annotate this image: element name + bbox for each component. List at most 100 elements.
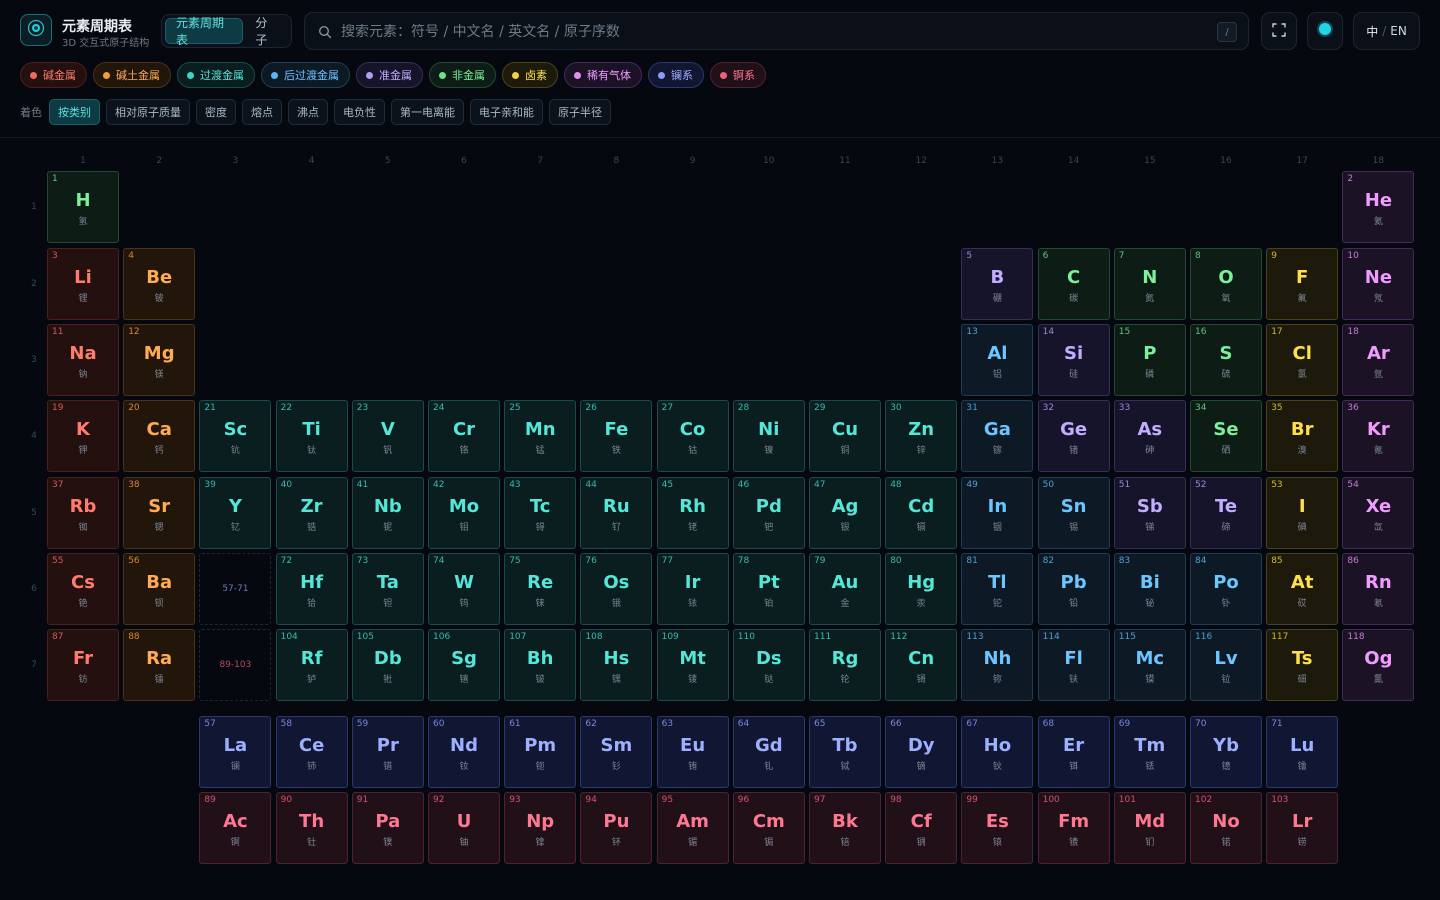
theme-toggle-button[interactable] <box>1307 12 1343 50</box>
color-by-option[interactable]: 第一电离能 <box>391 99 464 125</box>
element-tile-no[interactable]: 102 No 锘 <box>1190 792 1262 864</box>
element-tile-kr[interactable]: 36 Kr 氪 <box>1342 400 1415 472</box>
element-tile-nh[interactable]: 113 Nh 鿭 <box>961 629 1034 701</box>
element-tile-fl[interactable]: 114 Fl 𫓧 <box>1037 629 1110 701</box>
element-tile-th[interactable]: 90 Th 钍 <box>275 792 348 864</box>
element-tile-ac[interactable]: 89 Ac 锕 <box>199 792 272 864</box>
element-tile-es[interactable]: 99 Es 锿 <box>961 792 1034 864</box>
element-tile-mo[interactable]: 42 Mo 钼 <box>428 477 500 549</box>
element-tile-fm[interactable]: 100 Fm 镄 <box>1037 792 1110 864</box>
element-tile-cl[interactable]: 17 Cl 氯 <box>1266 324 1339 396</box>
element-tile-at[interactable]: 85 At 砹 <box>1266 553 1339 625</box>
element-tile-he[interactable]: 2 He 氦 <box>1342 171 1415 243</box>
fullscreen-button[interactable] <box>1261 12 1297 50</box>
color-by-option[interactable]: 电负性 <box>334 99 385 125</box>
element-tile-ge[interactable]: 32 Ge 锗 <box>1037 400 1110 472</box>
color-by-option[interactable]: 相对原子质量 <box>106 99 190 125</box>
element-tile-cn[interactable]: 112 Cn 鿔 <box>885 629 958 701</box>
element-tile-y[interactable]: 39 Y 钇 <box>199 477 272 549</box>
element-tile-rb[interactable]: 37 Rb 铷 <box>47 477 119 549</box>
element-tile-cs[interactable]: 55 Cs 铯 <box>47 553 119 625</box>
element-tile-og[interactable]: 118 Og 鿫 <box>1342 629 1415 701</box>
element-tile-se[interactable]: 34 Se 硒 <box>1190 400 1262 472</box>
element-tile-br[interactable]: 35 Br 溴 <box>1266 400 1339 472</box>
element-tile-gd[interactable]: 64 Gd 钆 <box>732 716 805 788</box>
element-tile-ru[interactable]: 44 Ru 钌 <box>580 477 653 549</box>
element-tile-yb[interactable]: 70 Yb 镱 <box>1190 716 1262 788</box>
element-tile-tc[interactable]: 43 Tc 锝 <box>504 477 577 549</box>
element-tile-al[interactable]: 13 Al 铝 <box>961 324 1034 396</box>
element-tile-bi[interactable]: 83 Bi 铋 <box>1113 553 1186 625</box>
element-tile-sc[interactable]: 21 Sc 钪 <box>199 400 272 472</box>
series-placeholder-actinide[interactable]: 89-103 <box>199 629 272 701</box>
app-logo[interactable] <box>20 14 52 46</box>
element-tile-cm[interactable]: 96 Cm 锔 <box>732 792 805 864</box>
color-by-option[interactable]: 沸点 <box>288 99 328 125</box>
legend-chip-halogen[interactable]: 卤素 <box>502 62 558 88</box>
element-tile-ds[interactable]: 110 Ds 𫟼 <box>732 629 805 701</box>
element-tile-mt[interactable]: 109 Mt 鿏 <box>656 629 729 701</box>
color-by-option[interactable]: 原子半径 <box>549 99 611 125</box>
element-tile-rf[interactable]: 104 Rf 𬬻 <box>275 629 348 701</box>
element-tile-zr[interactable]: 40 Zr 锆 <box>275 477 348 549</box>
element-tile-fe[interactable]: 26 Fe 铁 <box>580 400 653 472</box>
element-tile-ba[interactable]: 56 Ba 钡 <box>123 553 196 625</box>
element-tile-cr[interactable]: 24 Cr 铬 <box>428 400 500 472</box>
element-tile-zn[interactable]: 30 Zn 锌 <box>885 400 958 472</box>
element-tile-cd[interactable]: 48 Cd 镉 <box>885 477 958 549</box>
color-by-option[interactable]: 密度 <box>196 99 236 125</box>
legend-chip-alkali[interactable]: 碱金属 <box>20 62 87 88</box>
element-tile-i[interactable]: 53 I 碘 <box>1266 477 1339 549</box>
element-tile-b[interactable]: 5 B硼 <box>961 248 1034 320</box>
element-tile-hs[interactable]: 108 Hs 𬭶 <box>580 629 653 701</box>
element-tile-fr[interactable]: 87 Fr 钫 <box>47 629 119 701</box>
element-tile-pm[interactable]: 61 Pm 钷 <box>504 716 577 788</box>
search-input[interactable] <box>341 19 1201 45</box>
element-tile-lr[interactable]: 103 Lr 铹 <box>1266 792 1339 864</box>
element-tile-re[interactable]: 75 Re 铼 <box>504 553 577 625</box>
element-tile-s[interactable]: 16 S 硫 <box>1190 324 1262 396</box>
element-tile-pa[interactable]: 91 Pa 镤 <box>351 792 424 864</box>
element-tile-sn[interactable]: 50 Sn 锡 <box>1037 477 1110 549</box>
color-by-option[interactable]: 熔点 <box>242 99 282 125</box>
element-tile-lu[interactable]: 71 Lu 镥 <box>1266 716 1339 788</box>
legend-chip-lanthanide[interactable]: 镧系 <box>648 62 704 88</box>
element-tile-li[interactable]: 3 Li 锂 <box>47 248 119 320</box>
element-tile-au[interactable]: 79 Au 金 <box>809 553 881 625</box>
legend-chip-transition[interactable]: 过渡金属 <box>177 62 255 88</box>
element-tile-v[interactable]: 23 V 钒 <box>351 400 424 472</box>
element-tile-pu[interactable]: 94 Pu 钚 <box>580 792 653 864</box>
element-tile-hf[interactable]: 72 Hf 铪 <box>275 553 348 625</box>
language-toggle[interactable]: 中 / EN <box>1353 12 1420 50</box>
element-tile-cu[interactable]: 29 Cu 铜 <box>809 400 881 472</box>
element-tile-lv[interactable]: 116 Lv 𫟷 <box>1190 629 1262 701</box>
element-tile-n[interactable]: 7 N氮 <box>1113 248 1186 320</box>
element-tile-os[interactable]: 76 Os 锇 <box>580 553 653 625</box>
element-tile-si[interactable]: 14 Si 硅 <box>1037 324 1110 396</box>
element-tile-la[interactable]: 57 La 镧 <box>199 716 272 788</box>
element-tile-ag[interactable]: 47 Ag 银 <box>809 477 881 549</box>
element-tile-k[interactable]: 19 K 钾 <box>47 400 119 472</box>
element-tile-ir[interactable]: 77 Ir 铱 <box>656 553 729 625</box>
legend-chip-metalloid[interactable]: 准金属 <box>356 62 423 88</box>
element-tile-o[interactable]: 8 O氧 <box>1190 248 1262 320</box>
element-tile-hg[interactable]: 80 Hg 汞 <box>885 553 958 625</box>
element-tile-pd[interactable]: 46 Pd 钯 <box>732 477 805 549</box>
element-tile-in[interactable]: 49 In 铟 <box>961 477 1034 549</box>
element-tile-sr[interactable]: 38 Sr 锶 <box>123 477 196 549</box>
element-tile-be[interactable]: 4 Be 铍 <box>123 248 196 320</box>
tab-periodic-table[interactable]: 元素周期表 <box>165 16 244 47</box>
element-tile-tm[interactable]: 69 Tm 铥 <box>1113 716 1186 788</box>
element-tile-dy[interactable]: 66 Dy 镝 <box>885 716 958 788</box>
element-tile-sm[interactable]: 62 Sm 钐 <box>580 716 653 788</box>
element-tile-w[interactable]: 74 W 钨 <box>428 553 500 625</box>
color-by-option[interactable]: 按类别 <box>49 99 100 125</box>
element-tile-f[interactable]: 9 F氟 <box>1266 248 1339 320</box>
element-tile-ta[interactable]: 73 Ta 钽 <box>351 553 424 625</box>
element-tile-co[interactable]: 27 Co 钴 <box>656 400 729 472</box>
element-tile-te[interactable]: 52 Te 碲 <box>1190 477 1262 549</box>
element-tile-tb[interactable]: 65 Tb 铽 <box>809 716 881 788</box>
element-tile-mg[interactable]: 12 Mg 镁 <box>123 324 196 396</box>
element-tile-ce[interactable]: 58 Ce 铈 <box>275 716 348 788</box>
legend-chip-post[interactable]: 后过渡金属 <box>261 62 350 88</box>
